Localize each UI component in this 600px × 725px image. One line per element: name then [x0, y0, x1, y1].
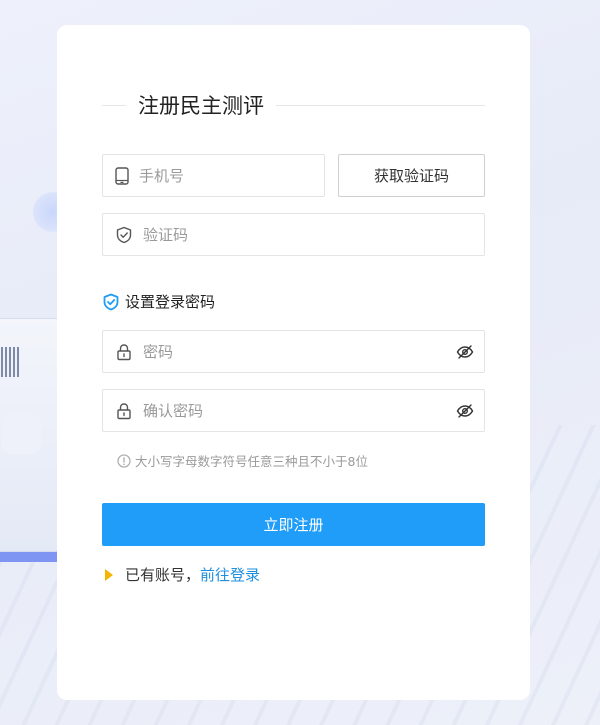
eye-off-icon[interactable]	[456, 402, 474, 420]
password-hint-text: 大小写字母数字符号任意三种且不小于8位	[135, 454, 368, 469]
password-hint: 大小写字母数字符号任意三种且不小于8位	[117, 451, 368, 470]
confirm-password-field	[102, 389, 485, 432]
info-icon	[117, 453, 131, 468]
password-input[interactable]	[143, 342, 456, 361]
shield-check-icon	[102, 293, 120, 311]
password-section-label: 设置登录密码	[102, 291, 215, 312]
login-prompt: 已有账号， 前往登录	[105, 564, 260, 585]
confirm-password-input[interactable]	[143, 401, 456, 420]
shield-icon	[115, 226, 133, 244]
device-grill-decoration	[1, 347, 21, 377]
register-card: 注册民主测评 获取验证码 设	[57, 25, 530, 700]
triangle-right-icon	[105, 568, 113, 581]
phone-icon	[115, 166, 129, 185]
phone-field	[102, 154, 333, 197]
background-device-illustration	[0, 318, 64, 552]
password-field	[102, 330, 485, 373]
page-title: 注册民主测评	[138, 94, 264, 118]
code-field	[102, 213, 485, 256]
device-screen-decoration	[1, 414, 41, 454]
phone-input[interactable]	[139, 166, 333, 185]
lock-icon	[115, 402, 133, 420]
title-divider-right	[276, 104, 485, 106]
go-to-login-link[interactable]: 前往登录	[200, 564, 260, 585]
password-section-text: 设置登录密码	[125, 293, 216, 311]
eye-off-icon[interactable]	[456, 343, 474, 361]
lock-icon	[115, 343, 133, 361]
register-submit-button[interactable]: 立即注册	[102, 503, 485, 546]
code-input[interactable]	[143, 225, 484, 244]
get-code-button[interactable]: 获取验证码	[338, 154, 485, 197]
login-prompt-text: 已有账号，	[125, 566, 201, 584]
title-row: 注册民主测评	[102, 89, 485, 121]
title-divider-left	[102, 104, 126, 106]
